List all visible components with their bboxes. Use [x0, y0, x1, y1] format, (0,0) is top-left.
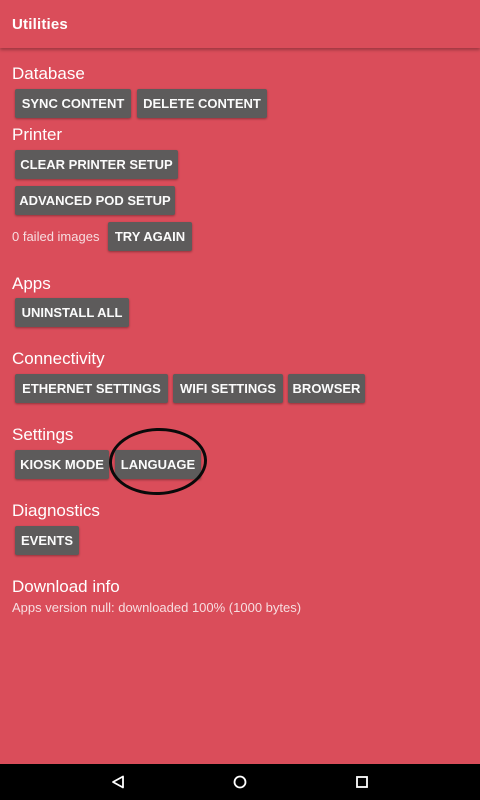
- nav-home-button[interactable]: [220, 764, 260, 800]
- delete-content-button[interactable]: DELETE CONTENT: [137, 89, 267, 118]
- browser-button[interactable]: BROWSER: [288, 374, 365, 403]
- failed-images-text: 0 failed images: [12, 229, 100, 244]
- section-title-database: Database: [12, 64, 85, 83]
- ethernet-settings-button[interactable]: ETHERNET SETTINGS: [15, 374, 168, 403]
- nav-back-button[interactable]: [98, 764, 138, 800]
- sync-content-button[interactable]: SYNC CONTENT: [15, 89, 131, 118]
- section-title-diagnostics: Diagnostics: [12, 501, 100, 520]
- app-bar: Utilities: [0, 0, 480, 48]
- recents-icon: [356, 776, 368, 788]
- home-icon: [233, 775, 247, 789]
- kiosk-mode-button[interactable]: KIOSK MODE: [15, 450, 109, 479]
- system-nav-bar: [0, 764, 480, 800]
- download-status-text: Apps version null: downloaded 100% (1000…: [12, 600, 302, 615]
- events-button[interactable]: EVENTS: [15, 526, 79, 555]
- try-again-button[interactable]: TRY AGAIN: [108, 222, 192, 251]
- section-title-printer: Printer: [12, 125, 63, 144]
- section-title-download-info: Download info: [12, 577, 120, 596]
- back-icon: [112, 775, 124, 789]
- section-title-apps: Apps: [12, 274, 51, 293]
- advanced-pod-setup-button[interactable]: ADVANCED POD SETUP: [15, 186, 175, 215]
- page-title: Utilities: [12, 15, 68, 33]
- language-button[interactable]: LANGUAGE: [115, 450, 201, 479]
- nav-recents-button[interactable]: [342, 764, 382, 800]
- uninstall-all-button[interactable]: UNINSTALL ALL: [15, 298, 129, 327]
- section-title-settings: Settings: [12, 425, 74, 444]
- clear-printer-setup-button[interactable]: CLEAR PRINTER SETUP: [15, 150, 178, 179]
- section-title-connectivity: Connectivity: [12, 349, 105, 368]
- wifi-settings-button[interactable]: WIFI SETTINGS: [173, 374, 283, 403]
